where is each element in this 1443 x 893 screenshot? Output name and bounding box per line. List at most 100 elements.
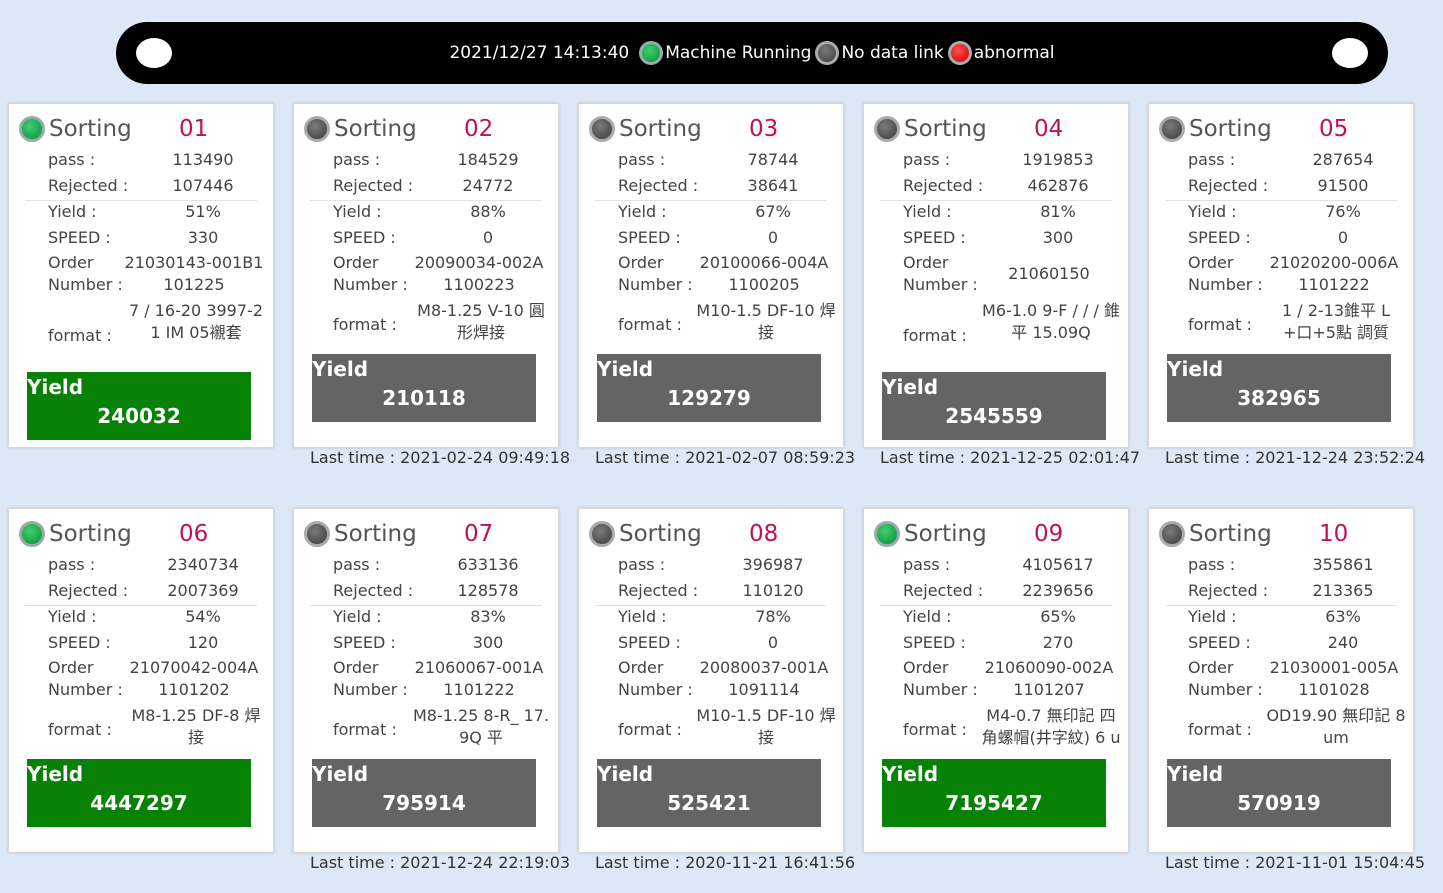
rejected-value: 107446 [172,176,234,195]
card-title: Sorting [1189,116,1272,142]
yield-value: 65% [1040,607,1076,626]
speed-label: SPEED : [618,633,681,652]
order-label-line2: Number : [48,680,123,699]
order-label-line2: Number : [1188,680,1263,699]
yield-value: 76% [1325,202,1361,221]
yield-value: 81% [1040,202,1076,221]
order-id: 21060090-002A [984,658,1114,677]
format-value: M6-1.0 9-F / / / 錐平 15.09Q [982,301,1120,342]
rejected-label: Rejected : [48,176,129,195]
order-value: 21070042-004A 1101202 [119,657,269,701]
order-id: 20080037-001A [699,658,829,677]
total-yield-value: 129279 [667,386,751,410]
machine-number: 04 [1034,116,1064,142]
card-title: Sorting [334,521,417,547]
order-label-line1: Order [1188,253,1234,272]
speed-label: SPEED : [618,228,681,247]
rejected-label: Rejected : [903,176,984,195]
order-label-line1: Order [618,658,664,677]
order-label-line1: Order [333,658,379,677]
total-yield-box: Yield 2545559 [882,372,1106,440]
machine-card[interactable]: Sorting 06 pass : 2340734 Rejected : 200… [8,508,274,853]
machine-card[interactable]: Sorting 08 pass : 396987 Rejected : 1101… [578,508,844,853]
machine-card[interactable]: Sorting 10 pass : 355861 Rejected : 2133… [1148,508,1414,853]
order-label-line2: Number : [48,275,123,294]
yield-value: 54% [185,607,221,626]
order-id: 21060067-001A [414,658,544,677]
rejected-label: Rejected : [48,581,129,600]
gray-status-light-icon [304,521,330,547]
format-value: 7 / 16-20 3997-2 1 IM 05襯套 [129,301,263,342]
gray-status-light-icon [304,116,330,142]
card-title: Sorting [904,116,987,142]
pass-label: pass : [618,555,666,574]
format-value: OD19.90 無印記 8um [1266,706,1406,747]
total-yield-label: Yield [882,762,939,786]
format-label: format : [48,720,112,739]
pass-label: pass : [48,150,96,169]
machine-card[interactable]: Sorting 01 pass : 113490 Rejected : 1074… [8,103,274,448]
card-header: Sorting 03 [589,114,833,144]
order-label: Order Number : [1188,252,1263,296]
rejected-value: 38641 [747,176,799,195]
divider [310,200,542,201]
order-label-line2: Number : [618,275,693,294]
last-time-text: Last time : 2021-12-24 22:19:03 [310,853,570,872]
card-title: Sorting [619,116,702,142]
order-label-line2: Number : [333,680,408,699]
last-time-text: Last time : 2021-11-01 15:04:45 [1165,853,1425,872]
last-time-label: Last time : [1165,448,1256,467]
total-yield-label: Yield [597,762,654,786]
machine-card[interactable]: Sorting 05 pass : 287654 Rejected : 9150… [1148,103,1414,448]
order-number: 1100205 [728,275,800,294]
machine-card[interactable]: Sorting 03 pass : 78744 Rejected : 38641… [578,103,844,448]
speed-value: 300 [472,633,504,652]
pass-value: 4105617 [1022,555,1094,574]
total-yield-box: Yield 7195427 [882,759,1106,827]
speed-label: SPEED : [48,633,111,652]
total-yield-label: Yield [312,762,369,786]
order-id: 21070042-004A [129,658,259,677]
yield-label: Yield : [333,202,382,221]
total-yield-label: Yield [1167,357,1224,381]
order-label-line1: Order [1188,658,1234,677]
total-yield-label: Yield [1167,762,1224,786]
rejected-label: Rejected : [618,581,699,600]
machine-card[interactable]: Sorting 09 pass : 4105617 Rejected : 223… [863,508,1129,853]
order-label-line2: Number : [903,275,978,294]
order-number: 21060150 [1008,264,1090,283]
pass-label: pass : [333,555,381,574]
format-value: M10-1.5 DF-10 焊接 [696,301,836,342]
divider [880,200,1112,201]
yield-label: Yield : [1188,202,1237,221]
last-time-label: Last time : [880,448,971,467]
machine-card[interactable]: Sorting 07 pass : 633136 Rejected : 1285… [293,508,559,853]
order-label: Order Number : [903,657,978,701]
card-header: Sorting 01 [19,114,263,144]
order-value: 20100066-004A 1100205 [689,252,839,296]
total-yield-value: 2545559 [945,404,1043,428]
machine-number: 09 [1034,521,1064,547]
order-value: 20090034-002A 1100223 [404,252,554,296]
pass-label: pass : [903,150,951,169]
rejected-label: Rejected : [618,176,699,195]
card-header: Sorting 07 [304,519,548,549]
machine-number: 01 [179,116,209,142]
pass-label: pass : [1188,150,1236,169]
green-status-light-icon [639,41,664,65]
order-number: 1091114 [728,680,800,699]
format-label: format : [1188,720,1252,739]
order-label: Order Number : [333,252,408,296]
total-yield-label: Yield [312,357,369,381]
order-label: Order Number : [48,657,123,701]
total-yield-label: Yield [882,375,939,399]
format-label: format : [618,315,682,334]
total-yield-value: 4447297 [90,791,188,815]
machine-card[interactable]: Sorting 02 pass : 184529 Rejected : 2477… [293,103,559,448]
order-label: Order Number : [618,657,693,701]
machine-card[interactable]: Sorting 04 pass : 1919853 Rejected : 462… [863,103,1129,448]
legend-no-data: No data link [811,41,944,65]
total-yield-box: Yield 210118 [312,354,536,422]
pass-value: 1919853 [1022,150,1094,169]
pass-value: 396987 [742,555,804,574]
